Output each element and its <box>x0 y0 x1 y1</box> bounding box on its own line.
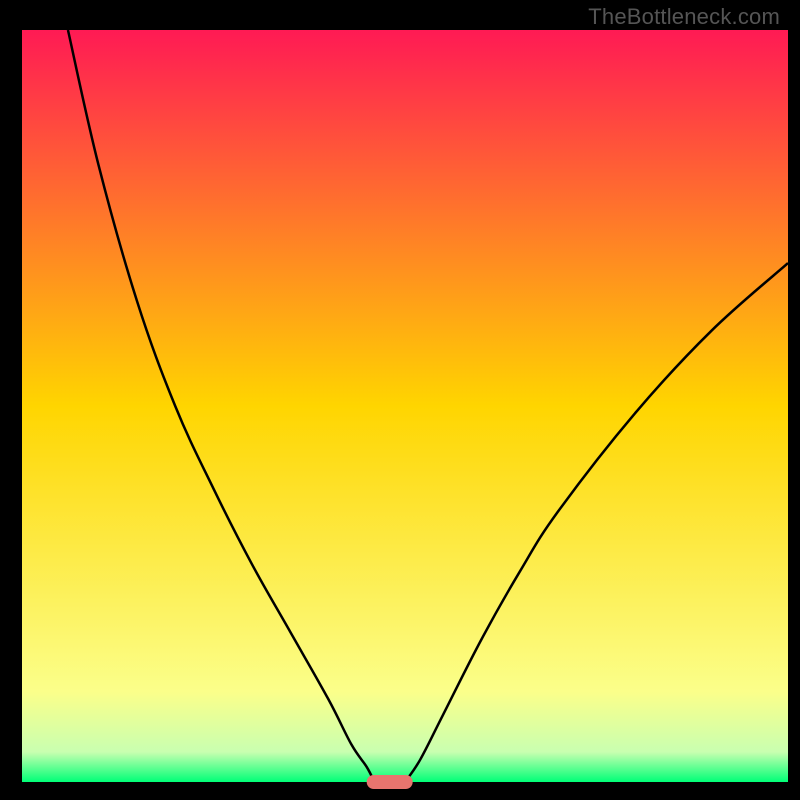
optimal-marker <box>367 775 413 789</box>
bottleneck-chart <box>0 0 800 800</box>
chart-container: TheBottleneck.com <box>0 0 800 800</box>
watermark-text: TheBottleneck.com <box>588 4 780 30</box>
plot-background <box>22 30 788 782</box>
